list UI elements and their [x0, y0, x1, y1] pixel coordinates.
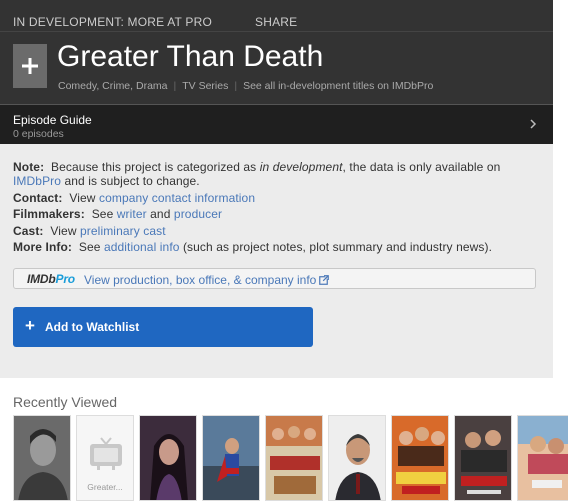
recently-viewed-thumb[interactable] [517, 415, 568, 501]
filmmakers-and: and [146, 207, 174, 221]
imdbpro-bar-text: View production, box office, & company i… [84, 273, 317, 287]
company-contact-link[interactable]: company contact information [99, 191, 255, 205]
portrait-image [140, 416, 196, 500]
page-title: Greater Than Death [57, 40, 324, 73]
recently-viewed-thumb[interactable] [13, 415, 71, 501]
note-text-3: and is subject to change. [61, 174, 200, 188]
contact-label: Contact: [13, 191, 63, 205]
poster-image [203, 416, 259, 500]
recently-viewed-thumb[interactable] [139, 415, 197, 501]
writer-link[interactable]: writer [117, 207, 147, 221]
recently-viewed-thumb-greater-than-death[interactable]: Greater... [76, 415, 134, 501]
filmmakers-label: Filmmakers: [13, 207, 85, 221]
share-link[interactable]: SHARE [255, 15, 297, 29]
contact-text: View [69, 191, 99, 205]
poster-image [455, 416, 511, 500]
note-line: Note: Because this project is categorize… [13, 160, 500, 174]
additional-info-link[interactable]: additional info [104, 240, 180, 254]
genres: Comedy, Crime, Drama [58, 80, 168, 92]
poster-image [518, 416, 568, 500]
note-text-2: , the data is only available on [342, 160, 501, 174]
contact-line: Contact: View company contact informatio… [13, 191, 255, 205]
recently-viewed-title: Recently Viewed [13, 394, 118, 410]
note-label: Note: [13, 160, 45, 174]
external-link-icon [319, 275, 330, 285]
watchlist-label: Add to Watchlist [45, 320, 140, 334]
more-info-text-2: (such as project notes, plot summary and… [179, 240, 493, 254]
recently-viewed-thumb[interactable] [391, 415, 449, 501]
recently-viewed-thumb[interactable] [265, 415, 323, 501]
episode-guide[interactable]: Episode Guide 0 episodes [0, 104, 553, 144]
chevron-right-icon [530, 119, 537, 129]
title-type: TV Series [182, 80, 229, 92]
plus-icon: + [25, 316, 35, 335]
plus-icon [22, 58, 38, 74]
note-emphasis: in development [259, 160, 343, 174]
title-header: IN DEVELOPMENT: MORE AT PRO SHARE Greate… [0, 0, 553, 104]
poster-image [266, 416, 322, 500]
more-info-text: See [78, 240, 104, 254]
add-poster-button[interactable] [13, 44, 47, 88]
recently-viewed-thumb[interactable] [328, 415, 386, 501]
preliminary-cast-link[interactable]: preliminary cast [80, 224, 166, 238]
portrait-image [14, 416, 70, 500]
filmmakers-text: See [91, 207, 117, 221]
imdbpro-bar-link[interactable]: View production, box office, & company i… [84, 273, 330, 287]
producer-link[interactable]: producer [174, 207, 222, 221]
recently-viewed-thumb[interactable] [202, 415, 260, 501]
cast-label: Cast: [13, 224, 44, 238]
episode-guide-label: Episode Guide [13, 113, 92, 127]
imdbpro-logo: IMDbPro [27, 272, 75, 286]
more-info-line: More Info: See additional info (such as … [13, 240, 492, 254]
note-text: Because this project is categorized as [51, 160, 260, 174]
imdbpro-bar[interactable]: IMDbPro View production, box office, & c… [13, 268, 536, 289]
top-bar: IN DEVELOPMENT: MORE AT PRO SHARE [0, 0, 553, 32]
poster-image [392, 416, 448, 500]
episode-count: 0 episodes [13, 128, 64, 140]
filmmakers-line: Filmmakers: See writer and producer [13, 207, 222, 221]
thumb-caption: Greater... [87, 482, 123, 492]
imdbpro-logo-a: IMDb [27, 272, 56, 286]
recently-viewed-thumb[interactable] [454, 415, 512, 501]
more-info-label: More Info: [13, 240, 72, 254]
cast-line: Cast: View preliminary cast [13, 224, 166, 238]
in-development-link[interactable]: IN DEVELOPMENT: MORE AT PRO [13, 15, 212, 29]
portrait-image [329, 416, 385, 500]
add-to-watchlist-button[interactable]: + Add to Watchlist [13, 307, 313, 347]
in-development-info: Note: Because this project is categorize… [0, 144, 553, 378]
cast-text: View [50, 224, 81, 238]
imdbpro-link[interactable]: IMDbPro [13, 174, 61, 188]
imdbpro-logo-b: Pro [55, 272, 76, 286]
title-meta: Comedy, Crime, Drama | TV Series | See all i… [58, 80, 434, 92]
in-development-titles-link[interactable]: See all in-development titles on IMDbPro [243, 80, 433, 92]
note-line-2: IMDbPro and is subject to change. [13, 174, 200, 188]
